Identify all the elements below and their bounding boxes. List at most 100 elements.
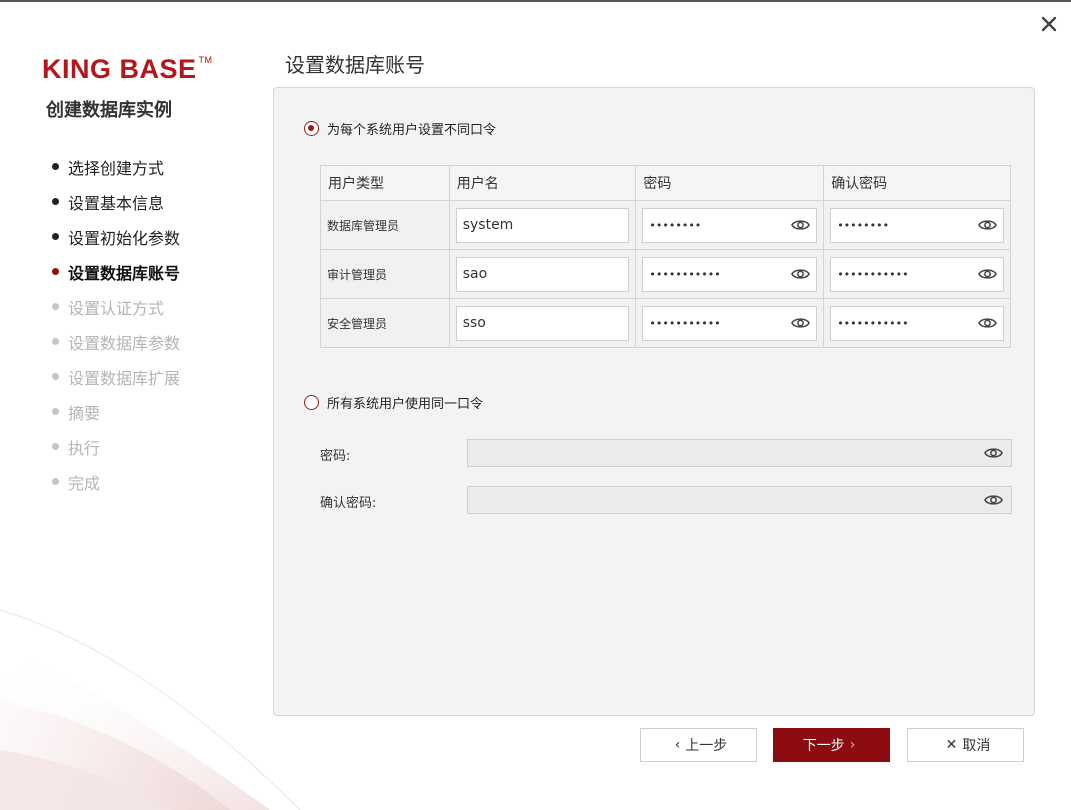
confirm-password-input[interactable]: •••••••• <box>830 207 1004 243</box>
step-dot <box>52 198 59 205</box>
column-header-confirm-password: 确认密码 <box>823 165 1011 201</box>
step-dot <box>52 373 59 380</box>
radio-per-user-password[interactable]: 为每个系统用户设置不同口令 <box>304 119 496 138</box>
step-item: 设置基本信息 <box>52 184 180 219</box>
password-mask: •••••••• <box>649 218 702 232</box>
password-cell: ••••••••••• <box>635 298 825 348</box>
step-item: 设置认证方式 <box>52 289 180 324</box>
step-dot <box>52 303 59 310</box>
column-header-user-type: 用户类型 <box>320 165 450 201</box>
step-item: 设置数据库扩展 <box>52 359 180 394</box>
shared-password-label: 密码: <box>320 449 351 464</box>
shared-confirm-input[interactable] <box>467 486 1012 514</box>
close-icon: ✕ <box>945 737 958 753</box>
step-label: 设置数据库参数 <box>68 333 181 353</box>
step-label: 选择创建方式 <box>68 158 165 178</box>
user-type-cell: 安全管理员 <box>320 298 450 348</box>
account-table: 用户类型 用户名 密码 确认密码 数据库管理员 system •••••••• … <box>320 165 1011 348</box>
cancel-button[interactable]: ✕ 取消 <box>907 728 1024 762</box>
step-label: 设置数据库扩展 <box>68 368 181 388</box>
username-cell: sao <box>448 249 637 299</box>
password-mask: ••••••••••• <box>649 316 721 330</box>
password-input[interactable]: •••••••• <box>642 207 818 243</box>
next-button[interactable]: 下一步 › <box>773 728 890 762</box>
eye-icon[interactable] <box>978 267 997 281</box>
eye-icon[interactable] <box>791 218 811 232</box>
step-label: 设置初始化参数 <box>68 228 181 248</box>
password-mask: •••••••• <box>837 218 890 232</box>
username-cell: system <box>448 200 637 250</box>
next-button-label: 下一步 <box>802 738 845 754</box>
eye-icon[interactable] <box>984 493 1003 507</box>
step-item: 摘要 <box>52 394 180 429</box>
password-mask: ••••••••••• <box>649 267 721 281</box>
eye-icon[interactable] <box>791 316 811 330</box>
password-input[interactable]: ••••••••••• <box>642 256 818 292</box>
password-input[interactable]: ••••••••••• <box>642 305 818 341</box>
user-type-cell: 数据库管理员 <box>320 200 450 250</box>
table-row: 安全管理员 sso ••••••••••• ••••••••••• <box>320 298 1011 348</box>
confirm-password-input[interactable]: ••••••••••• <box>830 305 1004 341</box>
username-input[interactable]: sso <box>455 305 630 341</box>
step-label: 执行 <box>68 438 101 458</box>
cancel-button-label: 取消 <box>962 738 991 754</box>
table-row: 审计管理员 sao ••••••••••• ••••••••••• <box>320 249 1011 299</box>
kingbase-logo: KING BASE TM <box>42 54 213 84</box>
step-label: 设置基本信息 <box>68 193 165 213</box>
step-item: 选择创建方式 <box>52 149 180 184</box>
step-dot <box>52 478 59 485</box>
step-label: 设置数据库账号 <box>68 263 181 283</box>
chevron-left-icon: ‹ <box>674 737 681 753</box>
user-type-cell: 审计管理员 <box>320 249 450 299</box>
chevron-right-icon: › <box>849 737 856 753</box>
radio-checked-icon[interactable] <box>304 121 319 136</box>
radio-label: 为每个系统用户设置不同口令 <box>327 123 497 138</box>
table-row: 数据库管理员 system •••••••• •••••••• <box>320 200 1011 250</box>
shared-password-input[interactable] <box>467 439 1012 467</box>
page-title: 设置数据库账号 <box>285 53 425 77</box>
step-item: 设置初始化参数 <box>52 219 180 254</box>
radio-label: 所有系统用户使用同一口令 <box>327 397 484 412</box>
confirm-cell: ••••••••••• <box>823 298 1011 348</box>
username-cell: sso <box>448 298 637 348</box>
step-item: 完成 <box>52 464 180 499</box>
password-mask: ••••••••••• <box>837 267 909 281</box>
eye-icon[interactable] <box>984 446 1003 460</box>
prev-button[interactable]: ‹ 上一步 <box>640 728 757 762</box>
eye-icon[interactable] <box>791 267 811 281</box>
step-dot <box>52 443 59 450</box>
step-item-active: 设置数据库账号 <box>52 254 180 289</box>
step-label: 完成 <box>68 473 101 493</box>
step-list: 选择创建方式 设置基本信息 设置初始化参数 设置数据库账号 设置认证方式 设置数… <box>52 149 180 499</box>
step-item: 执行 <box>52 429 180 464</box>
step-dot <box>52 408 59 415</box>
installer-window: KING BASE TM 创建数据库实例 选择创建方式 设置基本信息 设置初始化参… <box>0 0 1071 810</box>
confirm-cell: ••••••••••• <box>823 249 1011 299</box>
step-dot <box>52 163 59 170</box>
username-input[interactable]: system <box>455 207 630 243</box>
confirm-cell: •••••••• <box>823 200 1011 250</box>
account-panel: 为每个系统用户设置不同口令 用户类型 用户名 密码 确认密码 数据库管理员 sy… <box>273 87 1035 716</box>
column-header-username: 用户名 <box>448 165 637 201</box>
wizard-title: 创建数据库实例 <box>46 100 172 121</box>
eye-icon[interactable] <box>978 316 997 330</box>
step-label: 设置认证方式 <box>68 298 165 318</box>
shared-confirm-label: 确认密码: <box>320 496 377 511</box>
eye-icon[interactable] <box>978 218 997 232</box>
step-dot <box>52 233 59 240</box>
step-dot <box>52 268 59 275</box>
close-icon[interactable] <box>1037 12 1061 36</box>
password-cell: •••••••• <box>635 200 825 250</box>
step-label: 摘要 <box>68 403 101 423</box>
column-header-password: 密码 <box>635 165 825 201</box>
step-item: 设置数据库参数 <box>52 324 180 359</box>
username-input[interactable]: sao <box>455 256 630 292</box>
password-mask: ••••••••••• <box>837 316 909 330</box>
password-cell: ••••••••••• <box>635 249 825 299</box>
radio-shared-password[interactable]: 所有系统用户使用同一口令 <box>304 393 483 412</box>
radio-unchecked-icon[interactable] <box>304 395 319 410</box>
prev-button-label: 上一步 <box>685 738 728 754</box>
confirm-password-input[interactable]: ••••••••••• <box>830 256 1004 292</box>
table-header-row: 用户类型 用户名 密码 确认密码 <box>320 165 1011 201</box>
step-dot <box>52 338 59 345</box>
